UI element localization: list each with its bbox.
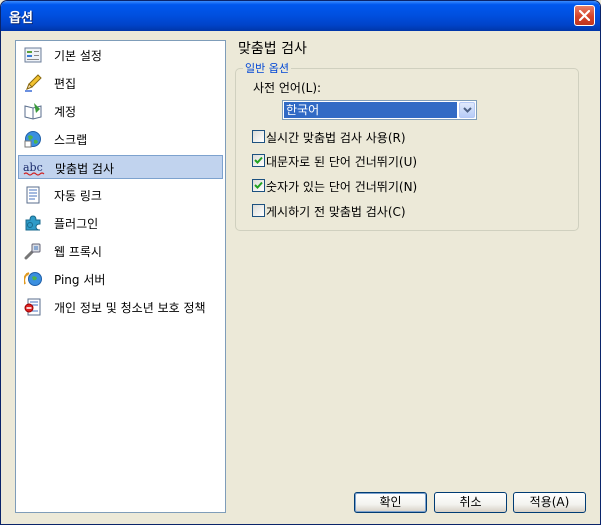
checkbox[interactable] <box>252 179 265 192</box>
document-icon <box>26 186 40 204</box>
option-label: 숫자가 있는 단어 건너뛰기(N) <box>266 180 418 194</box>
option-label: 실시간 맞춤법 검사 사용(R) <box>266 131 406 145</box>
panel-title: 맞춤법 검사 <box>238 41 307 57</box>
ping-icon <box>24 272 42 286</box>
checkmark-icon <box>254 156 263 164</box>
proxy-icon <box>24 243 41 260</box>
option-label: 대문자로 된 단어 건너뛰기(U) <box>266 155 418 169</box>
nav-item-plugin[interactable]: 플러그인 <box>18 211 223 235</box>
nav-label: 편집 <box>54 77 77 91</box>
globe-icon <box>24 131 41 148</box>
nav-label: 플러그인 <box>54 217 99 231</box>
title-bar[interactable]: 옵션 <box>1 1 600 31</box>
nav-item-auto-link[interactable]: 자동 링크 <box>18 183 223 207</box>
group-label: 일반 옵션 <box>243 60 291 76</box>
nav-item-edit[interactable]: 편집 <box>18 71 223 95</box>
checkbox[interactable] <box>252 154 265 167</box>
cancel-button[interactable]: 취소 <box>434 492 507 513</box>
apply-button[interactable]: 적용(A) <box>513 492 586 513</box>
checkbox[interactable] <box>252 204 265 217</box>
nav-item-ping-server[interactable]: Ping 서버 <box>18 267 223 291</box>
dictionary-language-label: 사전 언어(L): <box>253 81 322 95</box>
window-title: 옵션 <box>9 11 33 26</box>
pencil-icon <box>25 74 42 92</box>
dropdown-button[interactable] <box>459 102 475 118</box>
close-button[interactable] <box>574 5 595 26</box>
puzzle-icon <box>25 215 41 231</box>
nav-label: 기본 설정 <box>54 49 102 63</box>
dictionary-language-value: 한국어 <box>284 102 457 118</box>
spellcheck-icon: abc <box>23 161 45 176</box>
nav-item-privacy-policy[interactable]: 개인 정보 및 청소년 보호 정책 <box>18 295 223 319</box>
svg-text:abc: abc <box>23 161 43 174</box>
checkmark-icon <box>254 181 263 189</box>
nav-label: 맞춤법 검사 <box>55 162 115 176</box>
nav-item-account[interactable]: 계정 <box>18 99 223 123</box>
nav-label: Ping 서버 <box>54 273 106 287</box>
option-label: 게시하기 전 맞춤법 검사(C) <box>266 205 406 219</box>
nav-label: 계정 <box>54 105 77 119</box>
nav-item-spellcheck[interactable]: abc 맞춤법 검사 <box>18 155 223 179</box>
close-icon <box>579 10 590 21</box>
book-icon <box>24 103 42 120</box>
dictionary-language-select[interactable]: 한국어 <box>282 100 477 120</box>
chevron-down-icon <box>463 107 472 113</box>
nav-label: 웹 프록시 <box>54 245 102 259</box>
ok-button[interactable]: 확인 <box>354 492 427 513</box>
nav-item-scrap[interactable]: 스크랩 <box>18 127 223 151</box>
options-dialog: 옵션 기본 설정 편집 계정 스크랩 abc 맞춤법 검사 자동 링크 플러그인… <box>0 0 601 525</box>
privacy-icon <box>24 298 41 316</box>
settings-icon <box>24 47 42 63</box>
nav-item-basic-settings[interactable]: 기본 설정 <box>18 43 223 67</box>
nav-label: 개인 정보 및 청소년 보호 정책 <box>54 301 206 315</box>
category-list: 기본 설정 편집 계정 스크랩 abc 맞춤법 검사 자동 링크 플러그인 웹 … <box>15 40 226 513</box>
checkbox[interactable] <box>252 130 265 143</box>
nav-item-web-proxy[interactable]: 웹 프록시 <box>18 239 223 263</box>
nav-label: 자동 링크 <box>54 189 102 203</box>
nav-label: 스크랩 <box>54 133 88 147</box>
